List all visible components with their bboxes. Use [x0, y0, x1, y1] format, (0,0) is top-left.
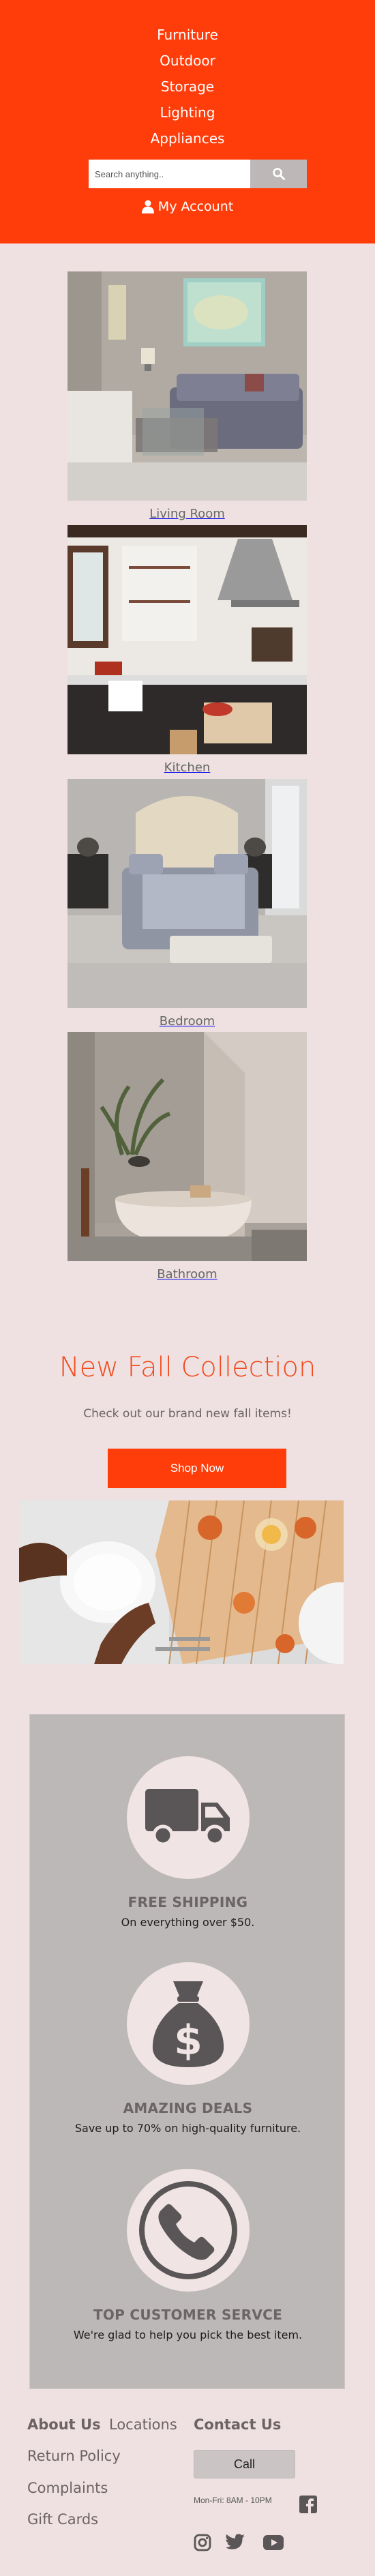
- feature-amazing-deals: $ AMAZING DEALS Save up to 70% on high-q…: [30, 1962, 346, 2135]
- feature-icon-circle: [126, 1756, 250, 1879]
- footer-locations-link[interactable]: Locations: [109, 2416, 177, 2433]
- user-icon: [141, 200, 154, 213]
- main-nav: Furniture Outdoor Storage Lighting Appli…: [0, 22, 375, 151]
- phone-icon: [138, 2181, 237, 2279]
- feature-icon-circle: $: [126, 1962, 250, 2085]
- nav-link-furniture[interactable]: Furniture: [157, 27, 218, 43]
- nav-item-furniture: Furniture: [0, 22, 375, 48]
- site-header: Furniture Outdoor Storage Lighting Appli…: [0, 0, 375, 243]
- promo-title: New Fall Collection: [59, 1352, 316, 1383]
- search-icon: [272, 168, 285, 180]
- feature-text: On everything over $50.: [121, 1916, 255, 1929]
- nav-item-outdoor: Outdoor: [0, 48, 375, 74]
- call-button[interactable]: Call: [194, 2450, 295, 2478]
- room-card-kitchen[interactable]: Kitchen: [68, 525, 307, 778]
- feature-customer-service: TOP CUSTOMER SERVCE We're glad to help y…: [30, 2169, 346, 2341]
- my-account-label: My Account: [158, 199, 234, 214]
- living-room-image: [68, 271, 307, 501]
- bedroom-image: [68, 779, 307, 1008]
- feature-title: FREE SHIPPING: [127, 1894, 248, 1910]
- truck-icon: [145, 1789, 230, 1846]
- facebook-link[interactable]: [299, 2496, 317, 2517]
- facebook-icon: [299, 2496, 317, 2513]
- instagram-link[interactable]: [194, 2534, 211, 2555]
- bathroom-image: [68, 1032, 307, 1261]
- feature-title: AMAZING DEALS: [123, 2100, 253, 2116]
- room-label: Bathroom: [157, 1267, 217, 1282]
- business-hours: Mon-Fri: 8AM - 10PM: [194, 2496, 272, 2505]
- feature-icon-circle: [126, 2169, 250, 2292]
- youtube-link[interactable]: [263, 2535, 284, 2553]
- nav-link-storage[interactable]: Storage: [161, 78, 214, 95]
- fall-collection-image: [19, 1500, 344, 1664]
- room-label: Bedroom: [159, 1014, 215, 1028]
- money-bag-icon: $: [152, 1981, 224, 2067]
- nav-link-outdoor[interactable]: Outdoor: [160, 53, 215, 69]
- nav-item-storage: Storage: [0, 74, 375, 100]
- promo-subtitle: Check out our brand new fall items!: [83, 1407, 292, 1421]
- shop-now-button[interactable]: Shop Now: [108, 1449, 286, 1488]
- search-bar: [89, 160, 307, 188]
- svg-text:$: $: [174, 2017, 202, 2064]
- search-button[interactable]: [250, 160, 307, 188]
- footer-about-link[interactable]: About Us: [27, 2416, 101, 2433]
- nav-link-lighting[interactable]: Lighting: [160, 104, 215, 121]
- footer-return-policy-link[interactable]: Return Policy: [27, 2448, 121, 2464]
- footer-contact-link[interactable]: Contact Us: [194, 2416, 281, 2433]
- twitter-link[interactable]: [226, 2534, 245, 2553]
- kitchen-image: [68, 525, 307, 754]
- room-card-living-room[interactable]: Living Room: [68, 271, 307, 524]
- feature-free-shipping: FREE SHIPPING On everything over $50.: [30, 1756, 346, 1929]
- twitter-icon: [226, 2534, 245, 2549]
- feature-text: Save up to 70% on high-quality furniture…: [74, 2122, 301, 2135]
- room-label: Living Room: [149, 507, 225, 521]
- footer-gift-cards-link[interactable]: Gift Cards: [27, 2511, 98, 2528]
- footer-complaints-link[interactable]: Complaints: [27, 2480, 108, 2496]
- nav-link-appliances[interactable]: Appliances: [151, 130, 225, 147]
- nav-item-lighting: Lighting: [0, 100, 375, 125]
- room-card-bedroom[interactable]: Bedroom: [68, 779, 307, 1031]
- room-card-bathroom[interactable]: Bathroom: [68, 1032, 307, 1284]
- instagram-icon: [194, 2534, 211, 2551]
- features-panel: FREE SHIPPING On everything over $50. $ …: [29, 1714, 345, 2389]
- nav-item-appliances: Appliances: [0, 125, 375, 151]
- my-account-link[interactable]: My Account: [0, 199, 375, 214]
- youtube-icon: [263, 2535, 284, 2550]
- feature-title: TOP CUSTOMER SERVCE: [93, 2307, 283, 2323]
- room-label: Kitchen: [164, 760, 211, 775]
- feature-text: We're glad to help you pick the best ite…: [73, 2328, 303, 2341]
- search-input[interactable]: [89, 160, 250, 188]
